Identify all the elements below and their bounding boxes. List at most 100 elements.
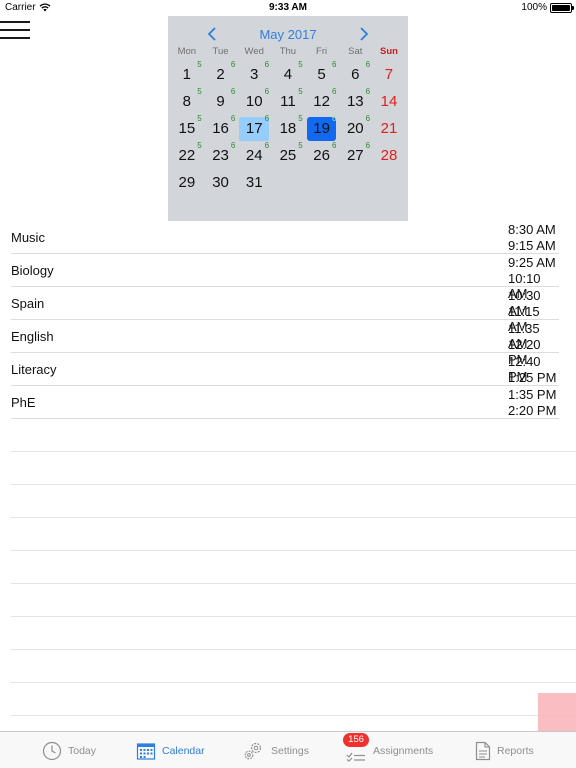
month-calendar: May 2017 Mon Tue Wed Thu Fri Sat Sun 152636455… [168,16,408,221]
weekday-label: Wed [244,46,264,57]
month-title: May 2017 [259,27,317,42]
calendar-day[interactable]: 45 [271,60,305,87]
calendar-day[interactable]: 15 [170,60,204,87]
document-icon [475,741,491,760]
calendar-day[interactable]: 96 [204,87,238,114]
event-count: 6 [331,141,337,150]
calendar-day-grid: 1 5 2 6 3 6 4 5 5 6 6 6 7 8 5 9 6 10 6 11 5 12 6 13 6 14 15 5 16 6 17 6… [170,60,406,195]
subject-name: Spain [11,296,45,311]
event-count: 5 [197,141,202,150]
subject-name: PhE [11,395,36,410]
calendar-day[interactable]: 12 6 [305,87,339,114]
day-number: 28 [380,147,398,164]
end-time: 2:20 PM [508,403,557,418]
event-count: 6 [230,141,236,150]
event-count: 5 [197,87,202,96]
event-count: 5 [298,114,303,123]
weekday-header: Mon Tue Wed Thu Fri Sat Sun [170,46,406,57]
tab-assignments-label: Assignments [373,744,434,757]
calendar-day[interactable]: 10 6 [237,87,271,114]
tab-today[interactable]: Today [42,732,96,768]
event-count: 6 [365,114,371,123]
tab-reports[interactable]: Reports [475,732,534,768]
calendar-day[interactable]: 36 [237,60,271,87]
calendar-day[interactable]: 14 [372,87,406,114]
empty-row [11,650,576,683]
subject-name: Literacy [11,362,57,377]
tab-bar: Today Calendar Settings Assignments 156 … [0,731,576,768]
event-count: 5 [298,87,303,96]
calendar-day[interactable]: 26 [204,60,238,87]
calendar-day[interactable]: 22 5 [170,141,204,168]
calendar-day[interactable]: 26 6 [305,141,339,168]
day-number: 7 [384,66,394,83]
assignments-count-badge: 156 [343,733,369,747]
start-time: 8:30 AM [508,222,556,237]
end-time: 1:25 PM [508,370,557,385]
calendar-day[interactable]: 56 [305,60,339,87]
calendar-day[interactable]: 28 [372,141,406,168]
event-count: 5 [298,141,303,150]
schedule-row[interactable]: Biology 9:25 AM 10:10 AM [11,254,559,301]
calendar-day[interactable]: 16 6 [204,114,238,141]
subject-name: Music [11,230,45,245]
weekday-label: Thu [279,46,297,57]
tab-calendar[interactable]: Calendar [136,732,205,768]
weekday-label: Sun [379,46,398,57]
empty-row [11,683,576,716]
schedule-row[interactable]: Literacy 12:40 PM 1:25 PM [11,353,559,386]
empty-row [11,584,576,617]
floating-marker[interactable] [538,693,576,731]
calendar-day[interactable]: 23 6 [204,141,238,168]
tab-today-label: Today [68,744,97,757]
calendar-day[interactable]: 27 6 [338,141,372,168]
calendar-day[interactable]: 20 6 [338,114,372,141]
subject-name: Biology [11,263,54,278]
calendar-icon [136,742,156,760]
gear-icon [244,742,262,759]
event-count: 6 [331,60,337,69]
calendar-day[interactable]: 18 5 [271,114,305,141]
calendar-day[interactable]: 66 [338,60,372,87]
empty-row [11,551,576,584]
calendar-day[interactable]: 30 [204,168,238,195]
calendar-day[interactable]: 15 5 [170,114,204,141]
calendar-day[interactable]: 29 [170,168,204,195]
calendar-day[interactable]: 85 [170,87,204,114]
schedule-row[interactable]: PhE 1:35 PM 2:20 PM [11,386,559,419]
calendar-day-today[interactable]: 17 6 [237,114,271,141]
calendar-day[interactable]: 24 6 [237,141,271,168]
calendar-day[interactable]: 31 [237,168,271,195]
calendar-day[interactable]: 13 6 [338,87,372,114]
calendar-day[interactable]: 7 [372,60,406,87]
day-number: 30 [212,174,229,191]
event-count: 6 [264,141,270,150]
schedule-row[interactable]: Music 8:30 AM 9:15 AM [11,221,559,254]
event-count: 6 [331,87,337,96]
next-month-button[interactable] [356,25,372,43]
event-count: 6 [264,87,270,96]
weekday-label: Tue [212,46,229,57]
status-time: 9:33 AM [269,2,307,13]
event-count: 6 [264,60,270,69]
schedule-row[interactable]: Spain 10:30 AM 11:15 AM [11,287,559,334]
battery-icon [550,2,574,13]
menu-icon[interactable] [0,18,32,42]
weekday-label: Mon [177,46,197,57]
calendar-day[interactable]: 11 5 [271,87,305,114]
event-count: 6 [331,114,337,123]
tab-settings-label: Settings [271,744,309,757]
calendar-day[interactable]: 21 [372,114,406,141]
event-count: 5 [298,60,303,69]
event-count: 6 [365,141,371,150]
calendar-day-selected[interactable]: 19 6 [305,114,339,141]
weekday-label: Fri [316,46,328,57]
tab-assignments[interactable]: Assignments 156 [343,732,434,768]
event-count: 6 [365,87,371,96]
clock-icon [42,741,62,760]
schedule-row[interactable]: English 11:35 AM 12:20 PM [11,320,559,367]
calendar-day[interactable]: 25 5 [271,141,305,168]
end-time: 9:15 AM [508,238,556,253]
tab-settings[interactable]: Settings [243,732,309,768]
event-count: 6 [230,60,236,69]
